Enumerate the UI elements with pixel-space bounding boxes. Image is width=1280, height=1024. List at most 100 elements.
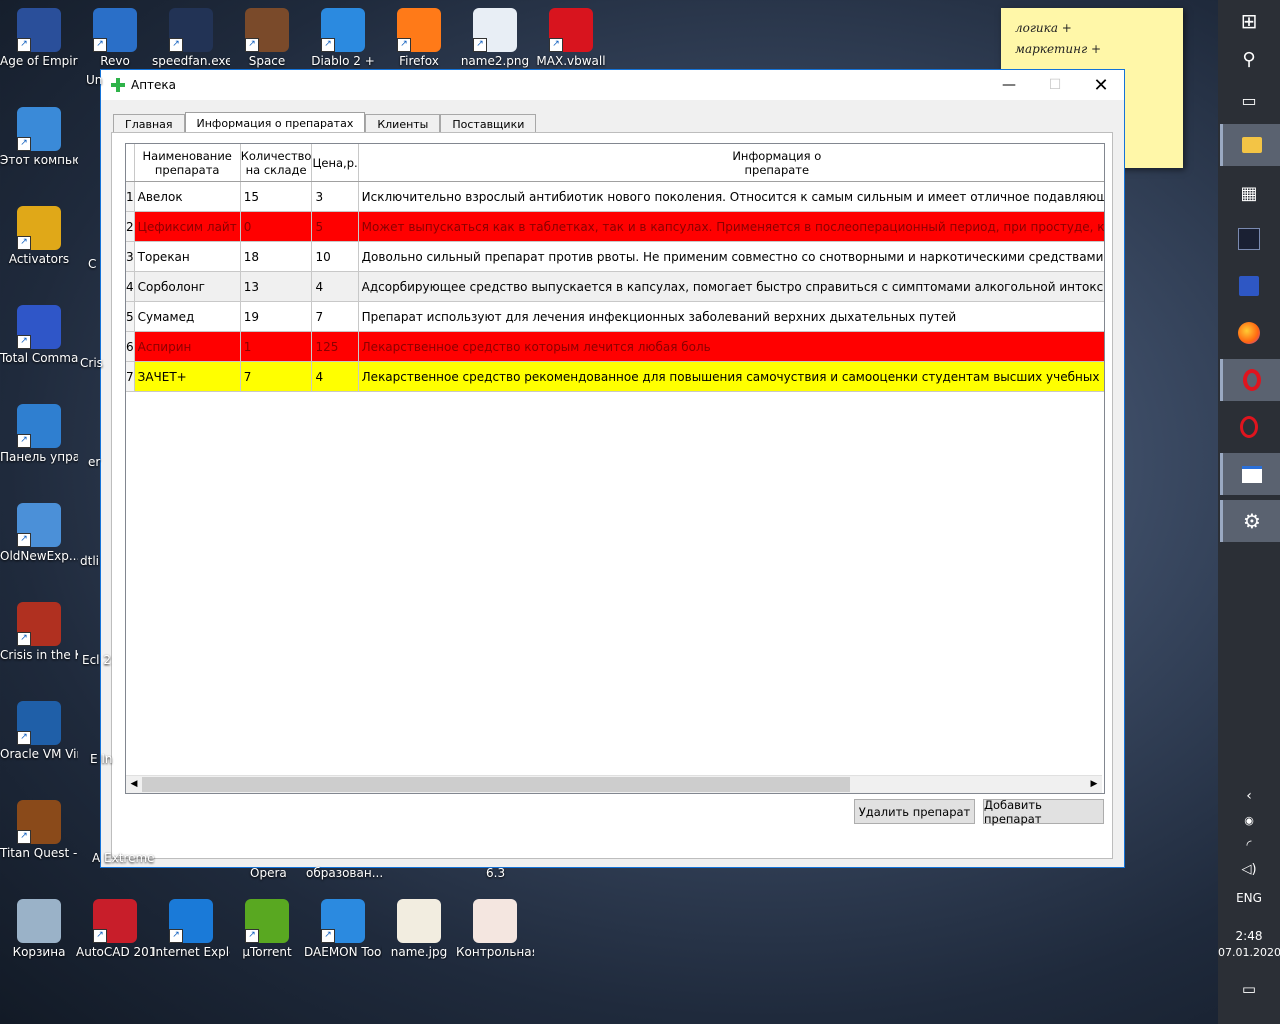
task-view-icon[interactable]: ▭ (1220, 79, 1278, 121)
table-row[interactable]: 4 Сорболонг 13 4 Адсорбирующее средство выпу… (126, 271, 1104, 302)
desktop-icon[interactable]: ↗ Titan Quest - Anniversar... (0, 800, 78, 861)
row-header-corner[interactable] (126, 144, 135, 182)
desktop-partial-label[interactable]: Ecl 2 (82, 653, 111, 668)
desktop-icon[interactable]: ↗ Age of Empires II ... (0, 8, 78, 69)
desktop-icon[interactable]: ↗ Панель управления (0, 404, 78, 465)
desktop-icon[interactable]: ↗ Internet Explorer (152, 899, 230, 960)
desktop-partial-label[interactable]: A Extreme (92, 851, 155, 866)
add-drug-button[interactable]: Добавить препарат (983, 798, 1104, 826)
language-indicator[interactable]: ENG (1218, 891, 1280, 905)
cell-quantity[interactable]: 15 (240, 181, 313, 212)
table-row[interactable]: 1 Авелок 15 3 Исключительно взрослый антибио… (126, 181, 1104, 212)
desktop-partial-label[interactable]: dtli (80, 554, 99, 569)
desktop-icon[interactable]: ↗ name2.png (456, 8, 534, 69)
desktop-icon[interactable]: ↗ Space (228, 8, 306, 69)
row-number[interactable]: 6 (126, 331, 135, 362)
cell-info[interactable]: Препарат используют для лечения инфекцио… (358, 301, 1104, 332)
clock-time[interactable]: 2:48 (1218, 929, 1280, 943)
desktop-partial-label[interactable]: Opera (250, 866, 287, 881)
column-header-name[interactable]: Наименование препарата (134, 144, 241, 182)
desktop-icon[interactable]: ↗ speedfan.exe (152, 8, 230, 69)
notifications-icon[interactable]: ▭ (1218, 980, 1280, 998)
cell-name[interactable]: Аспирин (134, 331, 241, 362)
cell-quantity[interactable]: 18 (240, 241, 313, 272)
scroll-right-icon[interactable]: ▶ (1086, 776, 1102, 793)
desktop-icon[interactable]: ↗ Diablo 2 + (304, 8, 382, 69)
cell-price[interactable]: 125 (311, 331, 359, 362)
row-number[interactable]: 4 (126, 271, 135, 302)
volume-icon[interactable]: ◁) (1218, 862, 1280, 877)
table-row[interactable]: 3 Торекан 18 10 Довольно сильный препарат пр… (126, 241, 1104, 272)
row-number[interactable]: 2 (126, 211, 135, 242)
desktop-partial-label[interactable]: 6.3 (486, 866, 505, 881)
desktop-icon[interactable]: ↗ Crisis in the Kremlin (0, 602, 78, 663)
cell-quantity[interactable]: 13 (240, 271, 313, 302)
desktop-icon[interactable]: ↗ MAX.vbwall (532, 8, 610, 69)
cell-quantity[interactable]: 7 (240, 361, 313, 392)
floppy-icon[interactable] (1220, 265, 1278, 307)
desktop-partial-label[interactable]: er (88, 455, 100, 470)
cell-price[interactable]: 7 (311, 301, 359, 332)
cell-info[interactable]: Довольно сильный препарат против рвоты. … (358, 241, 1104, 272)
cell-info[interactable]: Может выпускаться как в таблетках, так и… (358, 211, 1104, 242)
cell-quantity[interactable]: 19 (240, 301, 313, 332)
cell-name[interactable]: Торекан (134, 241, 241, 272)
row-number[interactable]: 7 (126, 361, 135, 392)
desktop-partial-label[interactable]: Cris (80, 356, 103, 371)
table-row[interactable]: 5 Сумамед 19 7 Препарат используют для лечен… (126, 301, 1104, 332)
calculator-icon[interactable]: ▦ (1220, 172, 1278, 214)
drugs-table[interactable]: Наименование препарата Количество на скл… (125, 143, 1105, 794)
table-row[interactable]: 6 Аспирин 1 125 Лекарственное средство котор… (126, 331, 1104, 362)
cell-info[interactable]: Адсорбирующее средство выпускается в кап… (358, 271, 1104, 302)
cell-info[interactable]: Исключительно взрослый антибиотик нового… (358, 181, 1104, 212)
cell-price[interactable]: 5 (311, 211, 359, 242)
cell-quantity[interactable]: 0 (240, 211, 313, 242)
desktop-icon[interactable]: ↗ Revo (76, 8, 154, 69)
desktop-icon[interactable]: ↗ OldNewExp... (0, 503, 78, 564)
minimize-button[interactable]: — (986, 70, 1032, 100)
desktop-partial-label[interactable]: Un (86, 73, 102, 88)
row-number[interactable]: 3 (126, 241, 135, 272)
column-header-price[interactable]: Цена,р. (311, 144, 359, 182)
settings-icon[interactable]: ⚙ (1220, 500, 1280, 542)
tray-app-icon[interactable]: ◉ (1218, 814, 1280, 827)
desktop-icon[interactable]: ↗ Этот компьютер (0, 107, 78, 168)
cell-quantity[interactable]: 1 (240, 331, 313, 362)
desktop-partial-label[interactable]: E In (90, 752, 113, 767)
cell-name[interactable]: Авелок (134, 181, 241, 212)
table-row[interactable]: 2 Цефиксим лайт 0 5 Может выпускаться как в … (126, 211, 1104, 242)
desktop-icon[interactable]: ↗ Oracle VM VirtualBox (0, 701, 78, 762)
speedfan-icon[interactable] (1220, 218, 1278, 260)
opera-gx-icon[interactable] (1220, 406, 1278, 448)
desktop-icon[interactable]: Корзина (0, 899, 78, 960)
cell-name[interactable]: Сумамед (134, 301, 241, 332)
cell-price[interactable]: 4 (311, 361, 359, 392)
file-explorer-icon[interactable] (1220, 124, 1280, 166)
row-number[interactable]: 5 (126, 301, 135, 332)
desktop-icon[interactable]: ↗ Activators (0, 206, 78, 267)
cell-price[interactable]: 4 (311, 271, 359, 302)
column-header-quantity[interactable]: Количество на складе (240, 144, 313, 182)
desktop-icon[interactable]: ↗ Firefox (380, 8, 458, 69)
close-button[interactable]: ✕ (1078, 70, 1124, 100)
tray-chevron-icon[interactable]: ‹ (1218, 788, 1280, 804)
desktop-icon[interactable]: Контрольная работа МП... (456, 899, 534, 960)
cell-info[interactable]: Лекарственное средство рекомендованное д… (358, 361, 1104, 392)
clock-date[interactable]: 07.01.2020 (1218, 946, 1280, 959)
horizontal-scrollbar[interactable]: ◀ ▶ (126, 775, 1102, 793)
cell-name[interactable]: Цефиксим лайт (134, 211, 241, 242)
firefox-icon[interactable] (1220, 312, 1278, 354)
desktop-partial-label[interactable]: C (88, 257, 96, 272)
scroll-left-icon[interactable]: ◀ (126, 776, 142, 793)
cell-price[interactable]: 10 (311, 241, 359, 272)
column-header-info[interactable]: Информация о препарате (358, 144, 1104, 182)
row-number[interactable]: 1 (126, 181, 135, 212)
delete-drug-button[interactable]: Удалить препарат (854, 799, 975, 824)
maximize-button[interactable]: ☐ (1032, 70, 1078, 100)
cell-name[interactable]: Сорболонг (134, 271, 241, 302)
cell-price[interactable]: 3 (311, 181, 359, 212)
desktop-icon[interactable]: ↗ DAEMON Tools Lite (304, 899, 382, 960)
search-icon[interactable]: ⚲ (1220, 38, 1278, 80)
opera-icon[interactable] (1220, 359, 1280, 401)
cell-info[interactable]: Лекарственное средство которым лечится л… (358, 331, 1104, 362)
